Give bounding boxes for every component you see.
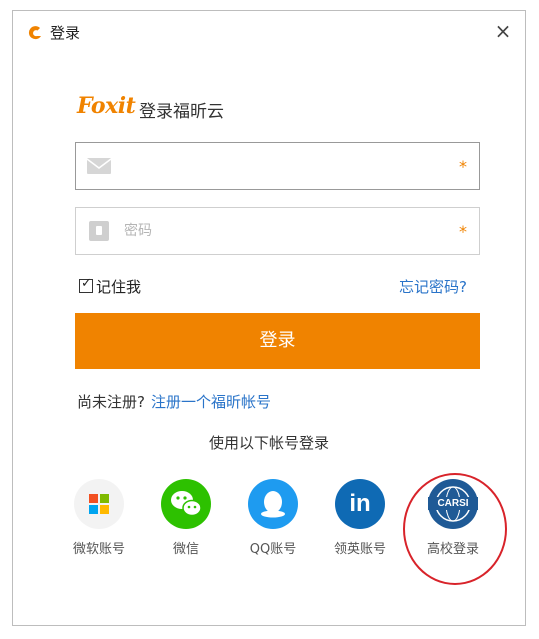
window-title: 登录 bbox=[50, 24, 81, 42]
other-login-title: 使用以下帐号登录 bbox=[208, 434, 329, 452]
social-label: QQ账号 bbox=[249, 542, 297, 557]
register-link[interactable]: 注册一个福昕帐号 bbox=[151, 393, 271, 411]
social-label: 微信 bbox=[172, 542, 199, 557]
highlight-annotation bbox=[403, 473, 507, 585]
mail-icon bbox=[86, 158, 112, 174]
required-mark: * bbox=[459, 222, 467, 241]
register-row: 尚未注册? 注册一个福昕帐号 bbox=[77, 391, 271, 412]
wechat-login-button[interactable]: 微信 bbox=[146, 479, 226, 557]
wechat-icon bbox=[161, 479, 211, 529]
close-button[interactable]: × bbox=[491, 19, 515, 43]
remember-me-checkbox[interactable]: ✓ 记住我 bbox=[79, 276, 141, 296]
qq-icon bbox=[248, 479, 298, 529]
title-bar: 登录 × bbox=[13, 11, 525, 53]
linkedin-login-button[interactable]: in 领英账号 bbox=[320, 479, 400, 557]
register-prompt: 尚未注册? bbox=[77, 393, 145, 411]
check-icon: ✓ bbox=[81, 276, 92, 291]
microsoft-icon bbox=[74, 479, 124, 529]
microsoft-login-button[interactable]: 微软账号 bbox=[59, 479, 139, 557]
brand-title: 登录福昕云 bbox=[139, 102, 224, 122]
foxit-app-icon bbox=[28, 26, 41, 40]
checkbox-box[interactable]: ✓ bbox=[79, 276, 93, 293]
email-field[interactable]: * bbox=[75, 142, 480, 190]
login-dialog: 登录 × Foxit 登录福昕云 * * ✓ 记住我 忘记密码? 登录 尚未注册… bbox=[12, 10, 526, 626]
email-input[interactable] bbox=[124, 153, 444, 179]
qq-login-button[interactable]: QQ账号 bbox=[233, 479, 313, 557]
linkedin-icon: in bbox=[335, 479, 385, 529]
linkedin-glyph: in bbox=[349, 490, 371, 517]
remember-me-label: 记住我 bbox=[96, 277, 142, 296]
social-label: 微软账号 bbox=[72, 542, 125, 557]
password-input[interactable] bbox=[124, 218, 444, 244]
required-mark: * bbox=[459, 157, 467, 176]
lock-icon bbox=[89, 221, 109, 241]
login-button[interactable]: 登录 bbox=[75, 313, 480, 369]
social-label: 领英账号 bbox=[333, 542, 386, 557]
forgot-password-link[interactable]: 忘记密码? bbox=[399, 276, 467, 297]
foxit-logo: Foxit bbox=[77, 93, 136, 119]
password-field[interactable]: * bbox=[75, 207, 480, 255]
